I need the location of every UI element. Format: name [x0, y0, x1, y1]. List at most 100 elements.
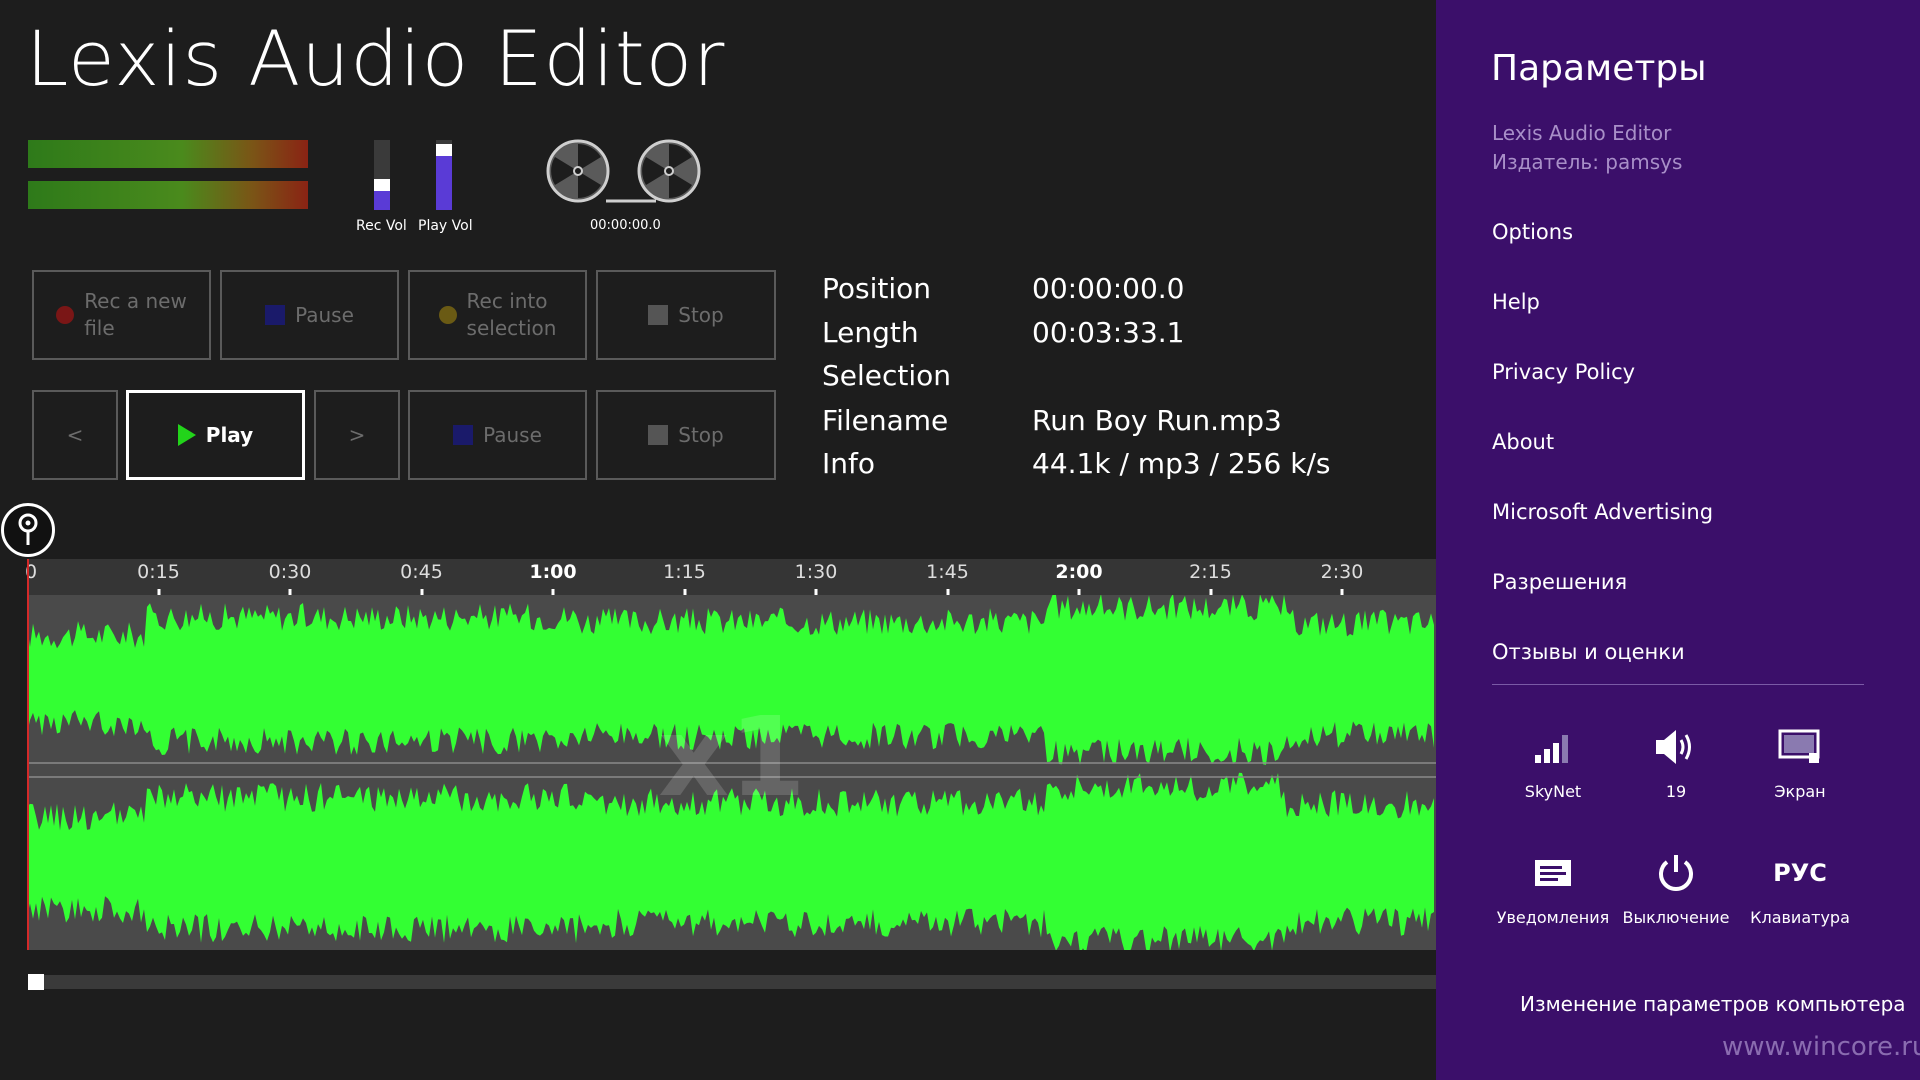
level-meter-left — [28, 140, 308, 168]
info-key: Info — [822, 447, 875, 480]
power-tile[interactable]: Выключение — [1614, 848, 1738, 948]
speaker-icon — [1656, 730, 1691, 764]
change-pc-settings-link[interactable]: Изменение параметров компьютера — [1520, 992, 1906, 1016]
app-canvas: Lexis Audio Editor Rec Vol Play Vol 00:0… — [0, 0, 1436, 1080]
filename-key: Filename — [822, 404, 949, 437]
timeline-tick-label: 2:30 — [1320, 561, 1364, 583]
timeline-tick-label: 0:15 — [137, 561, 180, 583]
timeline-tick-label: 2:00 — [1055, 561, 1103, 583]
play-pause-button[interactable]: Pause — [408, 390, 587, 480]
power-label: Выключение — [1622, 908, 1730, 927]
menu-options[interactable]: Options — [1492, 220, 1573, 244]
horizontal-scrollbar[interactable] — [28, 975, 1436, 989]
panel-divider — [1492, 684, 1864, 685]
panel-publisher: Издатель: pamsys — [1492, 150, 1683, 174]
timeline-tick-label: 0:45 — [400, 561, 443, 583]
info-value: 44.1k / mp3 / 256 k/s — [1032, 447, 1331, 480]
level-meter-right — [28, 181, 308, 209]
power-icon — [1659, 855, 1693, 891]
play-stop-button[interactable]: Stop — [596, 390, 776, 480]
left-reel-icon — [546, 139, 610, 203]
rec-new-line1: Rec a new — [84, 289, 187, 313]
rec-stop-button[interactable]: Stop — [596, 270, 776, 360]
panel-title: Параметры — [1491, 48, 1707, 89]
next-label: > — [348, 422, 366, 447]
record-icon — [438, 306, 457, 324]
timeline-tick-label: 1:45 — [926, 561, 969, 583]
screen-brightness-icon — [1778, 729, 1820, 763]
prev-label: < — [66, 422, 84, 447]
stop-icon — [648, 425, 669, 445]
rec-new-file-button[interactable]: Rec a new file — [32, 270, 211, 360]
timeline-tick-label: 1:00 — [529, 561, 577, 583]
timeline-tick-label: 1:15 — [663, 561, 706, 583]
rec-into-selection-label: Rec into selection — [467, 288, 557, 342]
rec-new-line2: file — [84, 316, 115, 340]
screen-tile[interactable]: Экран — [1738, 722, 1862, 822]
prev-button[interactable]: < — [32, 390, 118, 480]
rec-pause-label: Pause — [295, 302, 354, 327]
notifications-label: Уведомления — [1496, 908, 1610, 927]
selection-key: Selection — [822, 359, 952, 392]
rec-stop-label: Stop — [678, 302, 724, 327]
waveform[interactable]: x1 — [27, 595, 1436, 950]
play-volume-knob[interactable] — [436, 143, 452, 156]
volume-tile[interactable]: 19 — [1614, 722, 1738, 822]
playhead-marker-icon[interactable] — [1, 503, 55, 557]
timeline-tick-label: 0:30 — [268, 561, 312, 583]
position-value: 00:00:00.0 — [1032, 272, 1185, 305]
length-key: Length — [822, 316, 919, 349]
keyboard-language-icon: РУС — [1773, 859, 1827, 887]
menu-help[interactable]: Help — [1492, 290, 1540, 314]
play-label: Play — [205, 422, 254, 447]
record-icon — [56, 306, 75, 324]
rec-into-selection-button[interactable]: Rec into selection — [408, 270, 587, 360]
rec-sel-line1: Rec into — [466, 289, 548, 313]
rec-sel-line2: selection — [466, 316, 557, 340]
app-title: Lexis Audio Editor — [26, 14, 726, 103]
network-tile[interactable]: SkyNet — [1491, 722, 1615, 822]
network-label: SkyNet — [1524, 782, 1582, 801]
notifications-icon — [1535, 860, 1571, 886]
play-volume-label: Play Vol — [418, 218, 473, 234]
next-button[interactable]: > — [314, 390, 400, 480]
length-value: 00:03:33.1 — [1032, 316, 1185, 349]
play-icon — [177, 424, 196, 446]
screen-label: Экран — [1774, 782, 1826, 801]
play-stop-label: Stop — [678, 422, 724, 447]
rec-new-file-label: Rec a new file — [84, 288, 187, 342]
keyboard-tile[interactable]: РУС Клавиатура — [1738, 848, 1862, 948]
menu-permissions[interactable]: Разрешения — [1492, 570, 1627, 594]
menu-microsoft-advertising[interactable]: Microsoft Advertising — [1492, 500, 1713, 524]
rec-volume-knob[interactable] — [374, 178, 390, 191]
menu-privacy-policy[interactable]: Privacy Policy — [1492, 360, 1635, 384]
menu-ratings[interactable]: Отзывы и оценки — [1492, 640, 1685, 664]
pause-icon — [265, 305, 286, 325]
zoom-level-label: x1 — [658, 693, 806, 821]
keyboard-label: Клавиатура — [1750, 908, 1850, 927]
rec-volume-slider[interactable] — [374, 140, 390, 210]
settings-panel: Параметры Lexis Audio Editor Издатель: p… — [1436, 0, 1920, 1080]
timeline-ruler[interactable]: 0 0:15 0:30 0:45 1:00 1:15 1:30 1:45 2:00 2:15 2:3… — [25, 559, 1436, 595]
pause-icon — [453, 425, 474, 445]
timeline-tick-label: 2:15 — [1189, 561, 1232, 583]
play-volume-fill — [436, 154, 452, 210]
pin-icon — [18, 513, 38, 545]
rec-pause-button[interactable]: Pause — [220, 270, 399, 360]
play-button[interactable]: Play — [126, 390, 305, 480]
menu-about[interactable]: About — [1492, 430, 1554, 454]
stop-icon — [648, 305, 669, 325]
notifications-tile[interactable]: Уведомления — [1491, 848, 1615, 948]
transport-time: 00:00:00.0 — [590, 218, 661, 233]
playback-cursor — [27, 559, 29, 950]
scrollbar-thumb[interactable] — [28, 974, 44, 990]
panel-app-name: Lexis Audio Editor — [1492, 121, 1672, 145]
play-pause-label: Pause — [483, 422, 542, 447]
rec-volume-label: Rec Vol — [356, 218, 407, 234]
filename-value: Run Boy Run.mp3 — [1032, 404, 1282, 437]
position-key: Position — [822, 272, 932, 305]
timeline-tick-label: 1:30 — [794, 561, 838, 583]
right-reel-icon — [637, 139, 701, 203]
play-volume-slider[interactable] — [436, 140, 452, 210]
network-signal-icon — [1535, 735, 1568, 763]
